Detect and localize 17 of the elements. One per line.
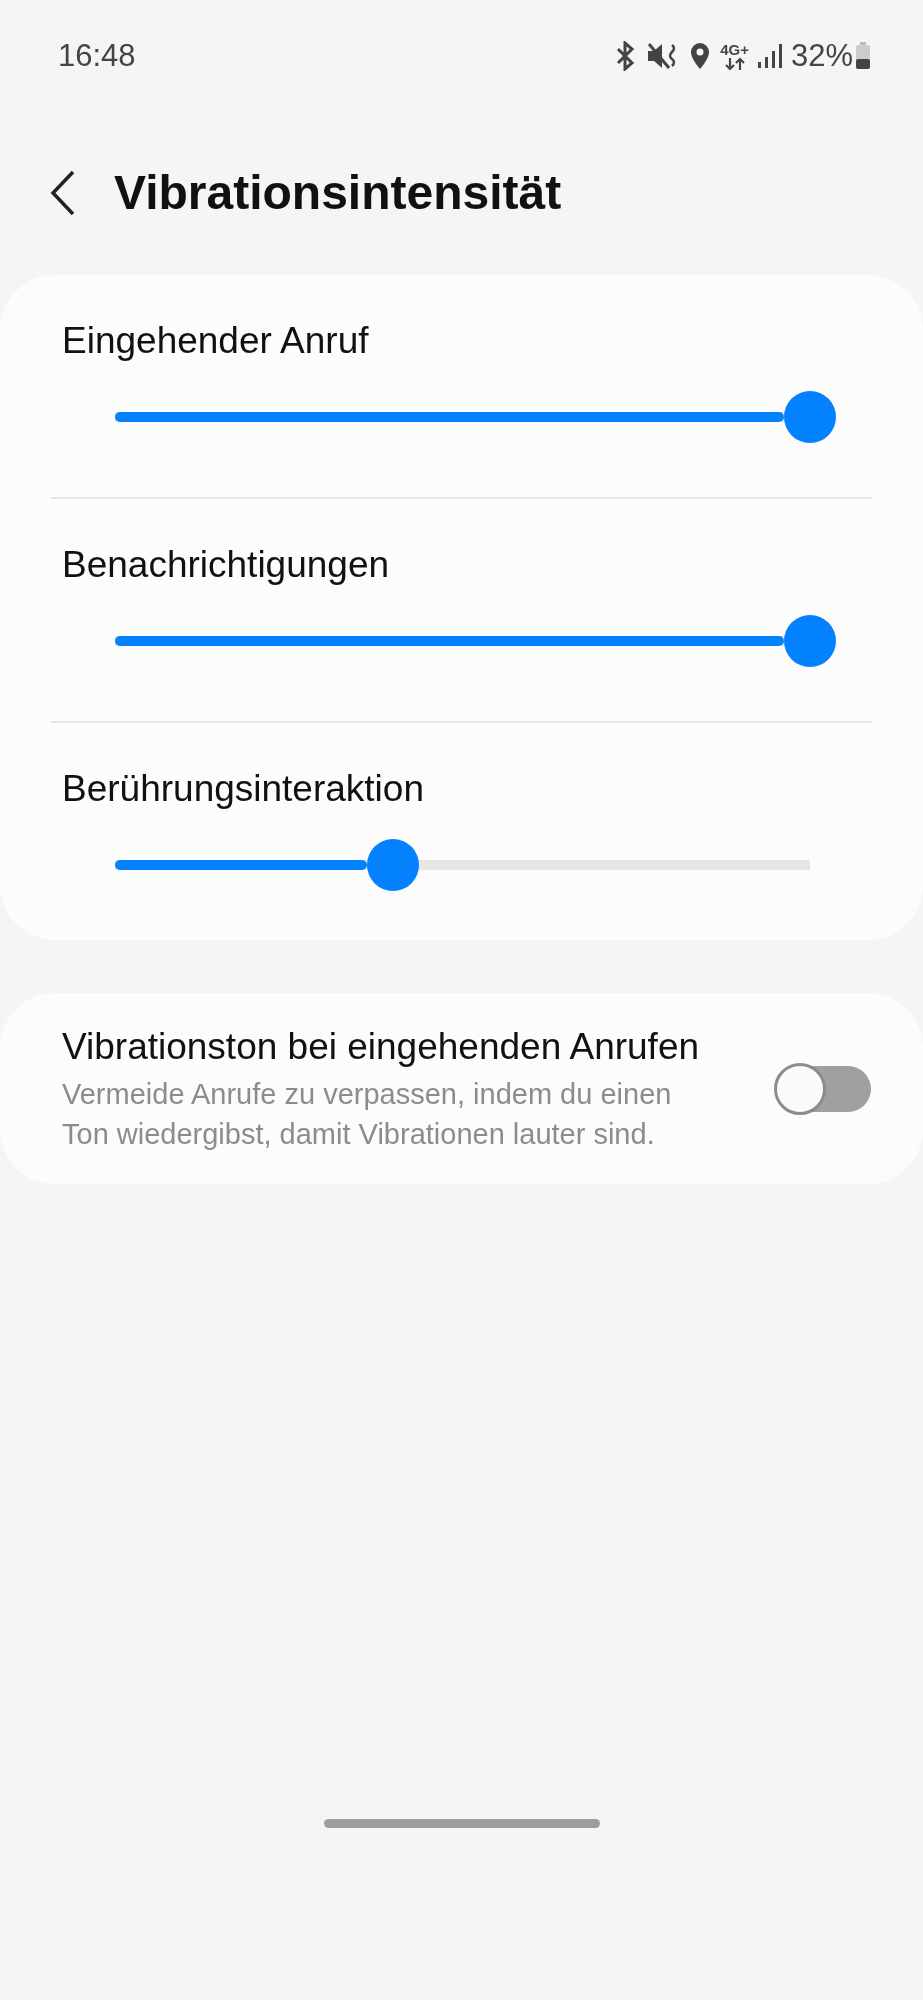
- signal-icon: [756, 43, 783, 69]
- slider-label: Benachrichtigungen: [62, 543, 391, 587]
- network-type: 4G+: [720, 41, 749, 57]
- toggle-switch[interactable]: [777, 1066, 871, 1113]
- back-icon[interactable]: [50, 169, 76, 216]
- slider-label: Berührungsinteraktion: [62, 767, 425, 811]
- battery-icon: [855, 42, 871, 70]
- slider-thumb[interactable]: [784, 615, 836, 668]
- slider-thumb[interactable]: [367, 839, 419, 892]
- slider-thumb[interactable]: [784, 391, 836, 444]
- page-title: Vibrationsintensität: [114, 164, 562, 221]
- setting-title: Vibrationston bei eingehenden Anrufen: [62, 1025, 701, 1069]
- battery-percent: 32%: [790, 36, 853, 75]
- setting-description: Vermeide Anrufe zu verpassen, indem du einen Ton wiedergibst, damit Vibrationen lauter sind.: [62, 1077, 673, 1152]
- slider-label: Eingehender Anruf: [62, 319, 370, 363]
- data-arrows-icon: [722, 56, 747, 71]
- clock-time: 16:48: [58, 36, 136, 75]
